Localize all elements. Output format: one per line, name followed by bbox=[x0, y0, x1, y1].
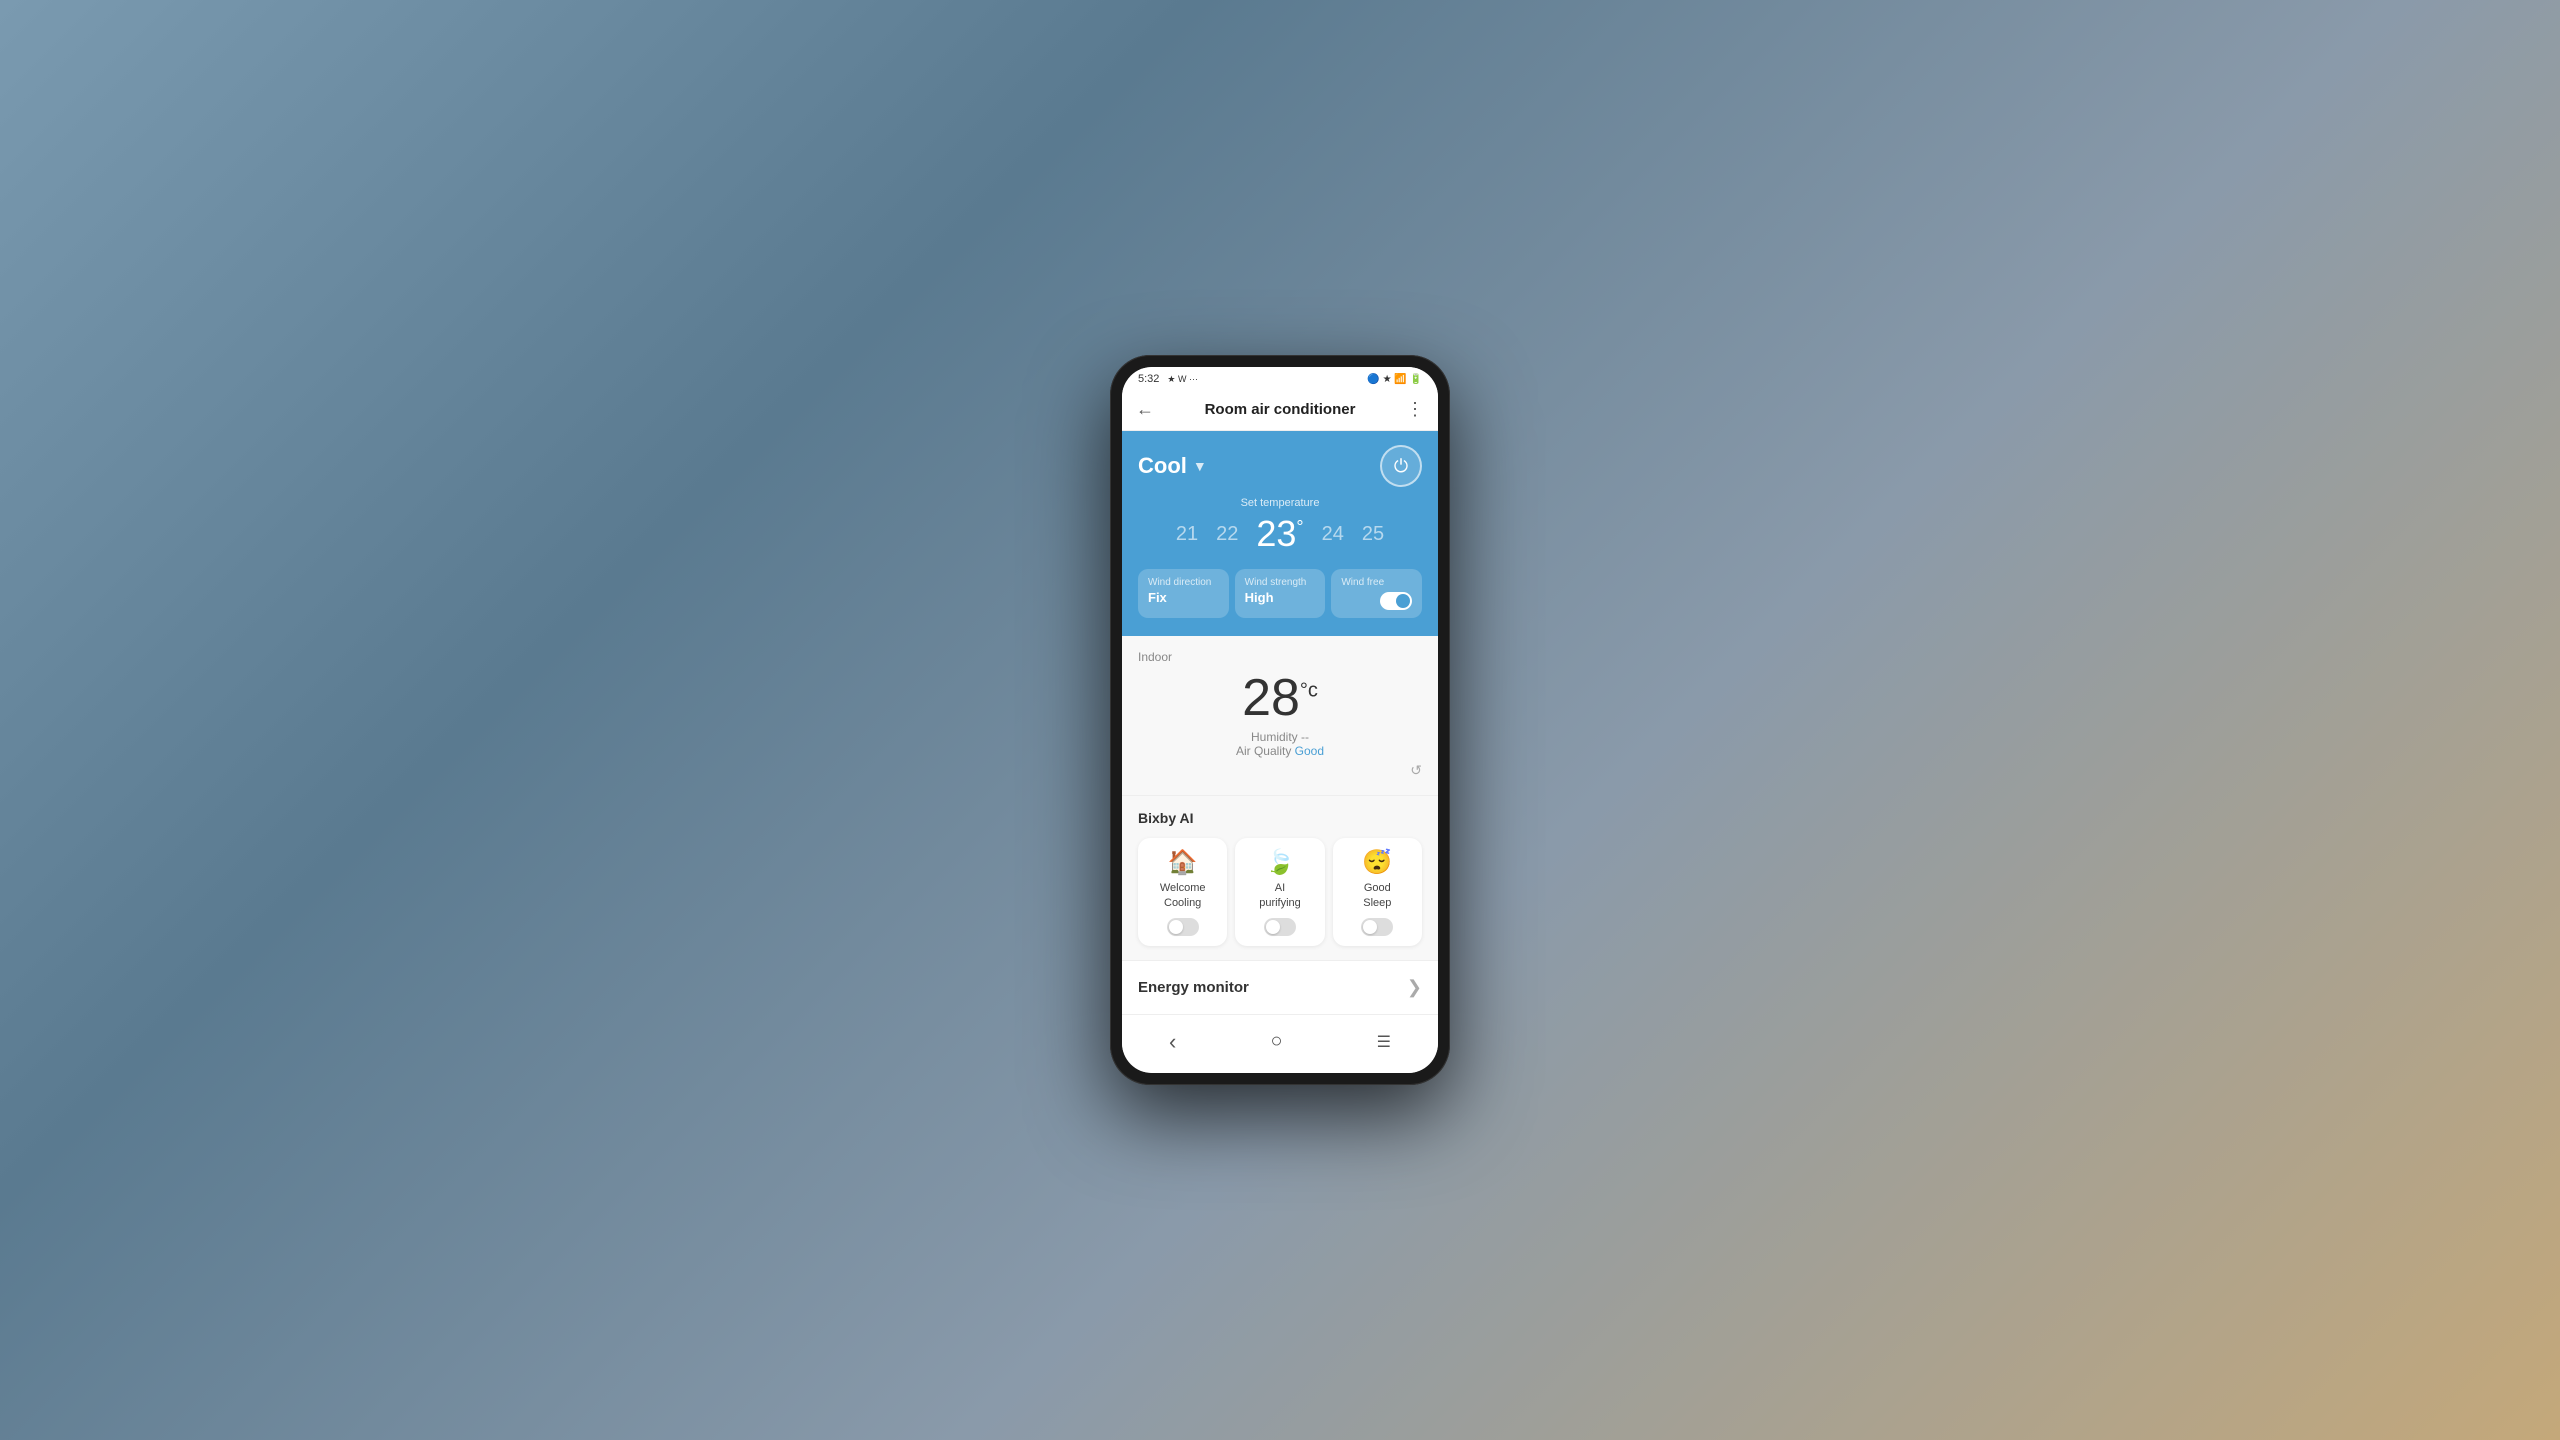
temp-21[interactable]: 21 bbox=[1176, 523, 1198, 546]
bottom-nav: ‹ ○ ☰ bbox=[1122, 1015, 1438, 1073]
air-quality-value: Good bbox=[1295, 744, 1324, 758]
indoor-humidity: Humidity -- bbox=[1138, 730, 1422, 744]
phone-shell: 5:32 ★ W ··· 🔵 ★ 📶 🔋 ← Room air conditio… bbox=[1110, 355, 1450, 1085]
menu-button[interactable]: ⋮ bbox=[1406, 399, 1424, 420]
control-section: Cool ▼ ⏻ Set temperature 21 22 23° 24 25 bbox=[1122, 431, 1438, 636]
temperature-section: Set temperature 21 22 23° 24 25 bbox=[1138, 497, 1422, 555]
temp-selector-row[interactable]: 21 22 23° 24 25 bbox=[1138, 513, 1422, 555]
wind-strength-value: High bbox=[1245, 590, 1316, 605]
wind-free-label: Wind free bbox=[1341, 577, 1412, 588]
energy-monitor-label: Energy monitor bbox=[1138, 979, 1249, 996]
nav-home-button[interactable]: ○ bbox=[1250, 1026, 1302, 1057]
wind-strength-card[interactable]: Wind strength High bbox=[1235, 569, 1326, 618]
wind-direction-label: Wind direction bbox=[1148, 577, 1219, 588]
bixby-card-ai-purifying[interactable]: 🍃 AIpurifying bbox=[1235, 838, 1324, 946]
bixby-section: Bixby AI 🏠 WelcomeCooling 🍃 AIpurifying … bbox=[1122, 796, 1438, 961]
page-title: Room air conditioner bbox=[1205, 401, 1356, 418]
bixby-card-good-sleep[interactable]: 😴 GoodSleep bbox=[1333, 838, 1422, 946]
mode-selector[interactable]: Cool ▼ bbox=[1138, 453, 1207, 479]
wind-free-toggle-row bbox=[1341, 592, 1412, 610]
wind-direction-value: Fix bbox=[1148, 590, 1219, 605]
app-header: ← Room air conditioner ⋮ bbox=[1122, 391, 1438, 431]
phone-screen: 5:32 ★ W ··· 🔵 ★ 📶 🔋 ← Room air conditio… bbox=[1122, 367, 1438, 1073]
power-button[interactable]: ⏻ bbox=[1380, 445, 1422, 487]
temp-23-active[interactable]: 23° bbox=[1256, 513, 1303, 555]
temp-set-label: Set temperature bbox=[1138, 497, 1422, 509]
bixby-card-welcome[interactable]: 🏠 WelcomeCooling bbox=[1138, 838, 1227, 946]
indoor-section: Indoor 28°c Humidity -- Air Quality Good… bbox=[1122, 636, 1438, 796]
welcome-cooling-icon: 🏠 bbox=[1146, 848, 1219, 877]
status-bar: 5:32 ★ W ··· 🔵 ★ 📶 🔋 bbox=[1122, 367, 1438, 391]
refresh-button[interactable]: ↺ bbox=[1138, 762, 1422, 779]
temp-25[interactable]: 25 bbox=[1362, 523, 1384, 546]
temp-24[interactable]: 24 bbox=[1322, 523, 1344, 546]
bixby-cards-row: 🏠 WelcomeCooling 🍃 AIpurifying 😴 GoodSle… bbox=[1138, 838, 1422, 946]
mode-row: Cool ▼ ⏻ bbox=[1138, 445, 1422, 487]
indoor-temperature: 28°c bbox=[1138, 672, 1422, 724]
back-button[interactable]: ← bbox=[1136, 399, 1154, 420]
indoor-air-quality: Air Quality Good bbox=[1138, 744, 1422, 758]
status-time: 5:32 ★ W ··· bbox=[1138, 373, 1198, 385]
wind-controls: Wind direction Fix Wind strength High Wi… bbox=[1138, 569, 1422, 618]
power-icon: ⏻ bbox=[1394, 456, 1408, 477]
wind-free-card[interactable]: Wind free bbox=[1331, 569, 1422, 618]
good-sleep-icon: 😴 bbox=[1341, 848, 1414, 877]
energy-monitor-row[interactable]: Energy monitor ❯ bbox=[1122, 961, 1438, 1015]
indoor-temp-unit: °c bbox=[1300, 680, 1318, 702]
indoor-title: Indoor bbox=[1138, 650, 1422, 664]
status-icons: 🔵 ★ 📶 🔋 bbox=[1367, 374, 1422, 385]
energy-monitor-arrow-icon: ❯ bbox=[1407, 977, 1422, 998]
mode-dropdown-icon: ▼ bbox=[1193, 458, 1207, 474]
ai-purifying-toggle[interactable] bbox=[1264, 918, 1296, 936]
wind-direction-card[interactable]: Wind direction Fix bbox=[1138, 569, 1229, 618]
welcome-cooling-toggle[interactable] bbox=[1167, 918, 1199, 936]
nav-back-button[interactable]: ‹ bbox=[1149, 1025, 1196, 1059]
ai-purifying-label: AIpurifying bbox=[1243, 881, 1316, 910]
good-sleep-toggle[interactable] bbox=[1361, 918, 1393, 936]
nav-recents-button[interactable]: ☰ bbox=[1357, 1028, 1411, 1056]
wind-strength-label: Wind strength bbox=[1245, 577, 1316, 588]
ai-purifying-icon: 🍃 bbox=[1243, 848, 1316, 877]
wind-free-toggle[interactable] bbox=[1380, 592, 1412, 610]
good-sleep-label: GoodSleep bbox=[1341, 881, 1414, 910]
welcome-cooling-label: WelcomeCooling bbox=[1146, 881, 1219, 910]
bixby-title: Bixby AI bbox=[1138, 810, 1422, 826]
temp-22[interactable]: 22 bbox=[1216, 523, 1238, 546]
